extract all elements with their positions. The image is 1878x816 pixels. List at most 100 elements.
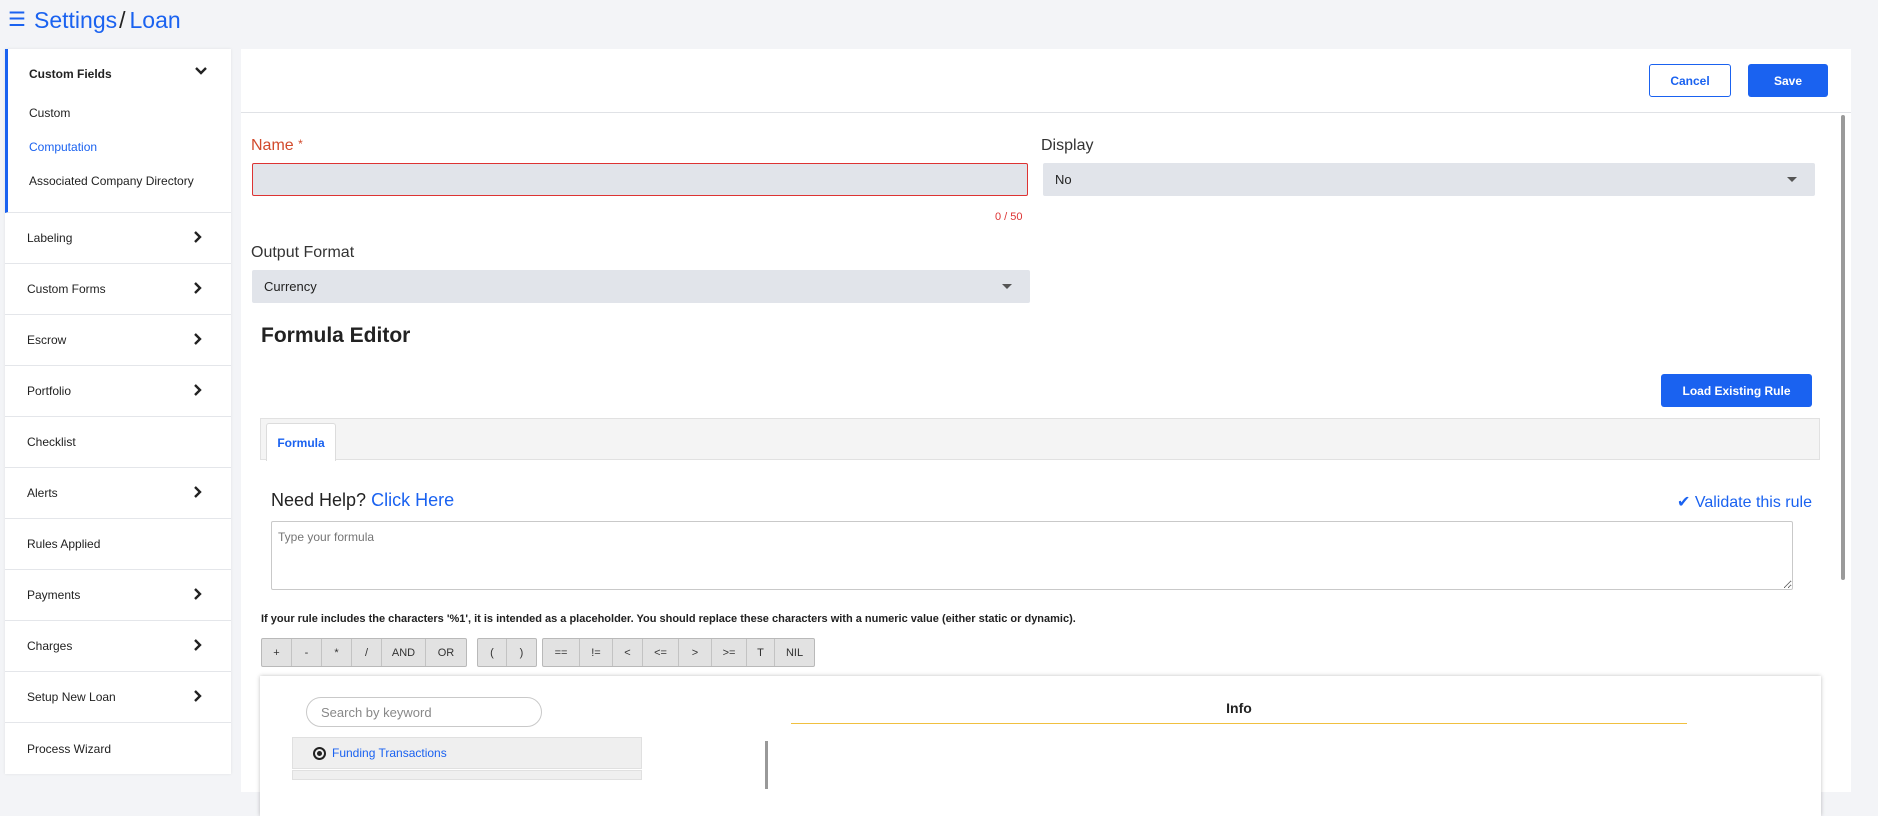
operator-button[interactable]: NIL (775, 639, 814, 666)
output-format-selected-value: Currency (264, 279, 317, 294)
save-button[interactable]: Save (1748, 64, 1828, 97)
sidebar-item-portfolio[interactable]: Portfolio (5, 366, 231, 417)
name-label-text: Name (251, 137, 294, 154)
sidebar-item-process-wizard[interactable]: Process Wizard (5, 723, 231, 774)
sidebar-item-label: Custom Forms (27, 282, 106, 296)
operator-button[interactable]: < (613, 639, 643, 666)
list-item[interactable] (292, 770, 642, 780)
sidebar-group-custom-fields: Custom Fields Custom Computation Associa… (5, 49, 231, 213)
operator-button[interactable]: <= (643, 639, 679, 666)
need-help: Need Help? Click Here (271, 490, 454, 511)
output-format-label: Output Format (251, 244, 355, 261)
breadcrumb-current: Loan (129, 6, 181, 33)
sidebar-item-label: Escrow (27, 333, 67, 347)
sidebar-item-payments[interactable]: Payments (5, 570, 231, 621)
operator-group-comparison: == != < <= > >= T NIL (542, 638, 815, 667)
operator-button[interactable]: OR (426, 639, 466, 666)
sidebar-item-charges[interactable]: Charges (5, 621, 231, 672)
sidebar-item-label: Rules Applied (27, 537, 101, 551)
chevron-right-icon (193, 281, 202, 297)
placeholder-note: If your rule includes the characters '%1… (261, 613, 1076, 625)
operator-button[interactable]: / (352, 639, 382, 666)
operator-group-arithmetic: + - * / AND OR (261, 638, 467, 667)
sidebar-group-label[interactable]: Custom Fields (29, 67, 112, 81)
sidebar-item-label: Alerts (27, 486, 58, 500)
operator-button[interactable]: != (580, 639, 613, 666)
validate-rule-label: Validate this rule (1694, 494, 1812, 511)
breadcrumb-settings[interactable]: Settings (34, 7, 117, 34)
operator-button[interactable]: ( (478, 639, 507, 666)
formula-tabbar: Formula (260, 418, 1820, 461)
chevron-right-icon (193, 383, 202, 399)
chevron-right-icon (193, 689, 202, 705)
sidebar-item-label: Labeling (27, 231, 73, 245)
category-label: Funding Transactions (332, 746, 447, 760)
name-char-counter: 0 / 50 (995, 211, 1023, 223)
operator-button[interactable]: + (262, 639, 292, 666)
operator-button[interactable]: * (322, 639, 352, 666)
caret-down-icon (1787, 177, 1797, 182)
click-here-link[interactable]: Click Here (371, 490, 454, 510)
caret-down-icon (1002, 284, 1012, 289)
settings-sidebar: Custom Fields Custom Computation Associa… (5, 49, 231, 774)
cancel-button[interactable]: Cancel (1649, 64, 1731, 97)
need-help-text: Need Help? (271, 490, 367, 510)
sidebar-item-label: Payments (27, 588, 81, 602)
info-heading: Info (791, 700, 1687, 724)
operator-button[interactable]: == (543, 639, 580, 666)
sidebar-item-alerts[interactable]: Alerts (5, 468, 231, 519)
main-panel: Cancel Save Name * 0 / 50 Display No Out… (241, 49, 1851, 816)
breadcrumb-separator: / (119, 6, 126, 33)
chevron-right-icon (193, 332, 202, 348)
sidebar-item-label: Portfolio (27, 384, 72, 398)
operator-button[interactable]: - (292, 639, 322, 666)
sidebar-item-escrow[interactable]: Escrow (5, 315, 231, 366)
chevron-right-icon (193, 230, 202, 246)
output-format-select[interactable]: Currency (252, 270, 1030, 303)
tab-formula[interactable]: Formula (266, 423, 336, 461)
chevron-right-icon (193, 485, 202, 501)
chevron-right-icon (193, 587, 202, 603)
sidebar-item-labeling[interactable]: Labeling (5, 213, 231, 264)
required-marker: * (298, 137, 303, 151)
list-scrollbar[interactable] (765, 741, 768, 789)
sidebar-item-computation[interactable]: Computation (29, 140, 97, 154)
top-bar: ☰ Settings / Loan (0, 0, 1878, 40)
check-icon: ✔ (1677, 494, 1691, 511)
sidebar-item-custom-forms[interactable]: Custom Forms (5, 264, 231, 315)
display-label: Display (1041, 137, 1094, 154)
sidebar-item-label: Setup New Loan (27, 690, 116, 704)
action-header: Cancel Save (241, 49, 1851, 113)
sidebar-item-checklist[interactable]: Checklist (5, 417, 231, 468)
chevron-right-icon (193, 638, 202, 654)
operator-group-parens: ( ) (477, 638, 537, 667)
display-selected-value: No (1055, 172, 1072, 187)
name-label: Name * (251, 137, 303, 155)
vertical-scrollbar[interactable] (1841, 115, 1845, 580)
formula-textarea[interactable] (271, 521, 1793, 590)
sidebar-item-label: Checklist (27, 435, 76, 449)
category-funding-transactions[interactable]: Funding Transactions (292, 737, 642, 769)
sidebar-item-rules-applied[interactable]: Rules Applied (5, 519, 231, 570)
rules-browser-panel: Search by keyword Info Funding Transacti… (260, 676, 1821, 816)
sidebar-item-label: Charges (27, 639, 73, 653)
keyword-search-input[interactable]: Search by keyword (306, 697, 542, 727)
load-existing-rule-button[interactable]: Load Existing Rule (1661, 374, 1812, 407)
chevron-down-icon[interactable] (195, 64, 207, 79)
operator-button[interactable]: T (747, 639, 775, 666)
operator-button[interactable]: AND (382, 639, 426, 666)
operator-button[interactable]: ) (507, 639, 536, 666)
display-select[interactable]: No (1043, 163, 1815, 196)
radio-selected-icon (313, 746, 326, 760)
sidebar-item-label: Process Wizard (27, 741, 112, 756)
sidebar-item-setup-new-loan[interactable]: Setup New Loan (5, 672, 231, 723)
formula-editor-title: Formula Editor (261, 324, 411, 347)
sidebar-item-associated-company-directory[interactable]: Associated Company Directory (29, 174, 194, 188)
operator-button[interactable]: >= (712, 639, 747, 666)
operator-button[interactable]: > (679, 639, 712, 666)
search-placeholder: Search by keyword (321, 704, 432, 720)
hamburger-icon[interactable]: ☰ (8, 10, 28, 30)
sidebar-item-custom[interactable]: Custom (29, 106, 70, 120)
name-input[interactable] (252, 163, 1028, 196)
validate-rule-link[interactable]: ✔ Validate this rule (1677, 492, 1812, 512)
